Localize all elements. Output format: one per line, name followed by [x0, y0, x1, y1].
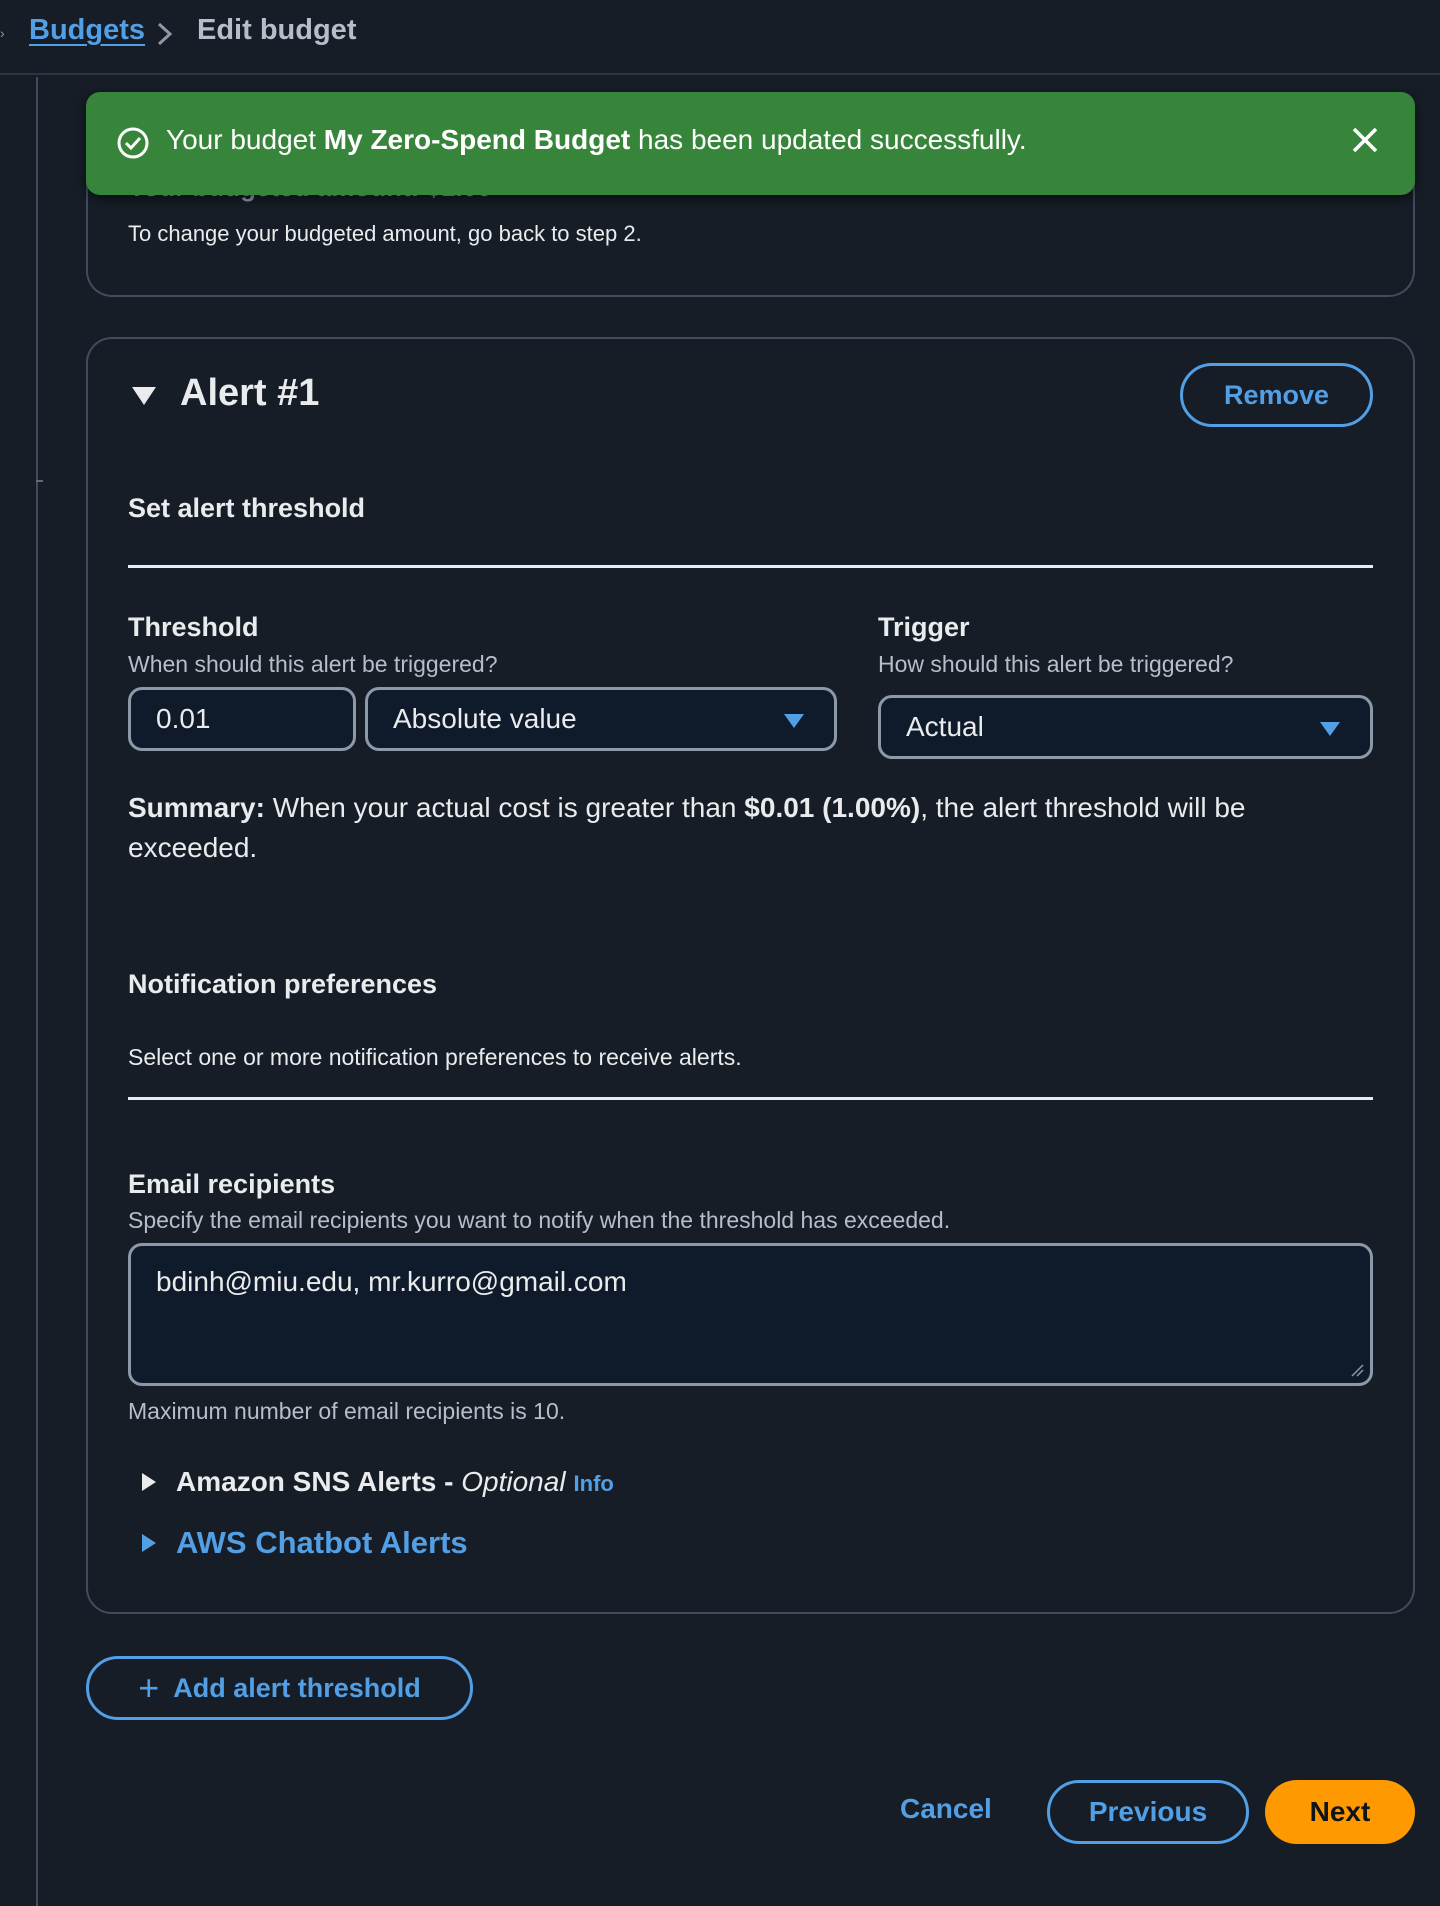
section-divider [128, 1097, 1373, 1100]
threshold-type-value: Absolute value [393, 703, 577, 734]
sns-optional-tag: Optional [461, 1466, 566, 1497]
email-label: Email recipients [128, 1169, 336, 1199]
threshold-summary: Summary: When your actual cost is greate… [128, 788, 1328, 868]
flash-suffix: has been updated successfully. [630, 124, 1027, 155]
threshold-description: When should this alert be triggered? [128, 651, 498, 677]
success-flash-banner: Your budget My Zero-Spend Budget has bee… [86, 92, 1415, 195]
sns-alerts-title: Amazon SNS Alerts - [176, 1466, 462, 1497]
caret-right-icon: › [0, 25, 5, 41]
side-rail [36, 77, 43, 1906]
summary-text-before: When your actual cost is greater than [264, 792, 745, 823]
next-button[interactable]: Next [1265, 1780, 1415, 1844]
section-divider [128, 565, 1373, 568]
flash-prefix: Your budget [166, 124, 324, 155]
close-icon[interactable] [1349, 124, 1381, 156]
email-recipients-textarea[interactable]: bdinh@miu.edu, mr.kurro@gmail.com [128, 1243, 1373, 1386]
resize-grip-icon[interactable] [1350, 1363, 1364, 1377]
threshold-value: 0.01 [156, 703, 211, 734]
add-alert-threshold-label: Add alert threshold [173, 1672, 421, 1703]
info-link[interactable]: Info [574, 1471, 614, 1497]
summary-amount: $0.01 (1.00%) [744, 792, 921, 823]
sns-alerts-expander[interactable]: Amazon SNS Alerts - Optional Info [140, 1466, 614, 1498]
flash-message: Your budget My Zero-Spend Budget has bee… [166, 124, 1027, 156]
trigger-value: Actual [906, 711, 984, 742]
caret-right-icon [142, 1534, 156, 1552]
chatbot-alerts-label: AWS Chatbot Alerts [176, 1525, 468, 1560]
remove-button[interactable]: Remove [1180, 363, 1373, 427]
threshold-type-select[interactable]: Absolute value [365, 687, 837, 751]
rail-tick [36, 480, 43, 482]
trigger-description: How should this alert be triggered? [878, 651, 1234, 677]
breadcrumb: › Budgets Edit budget [0, 0, 1440, 75]
caret-right-icon [142, 1473, 156, 1491]
success-check-icon [117, 127, 149, 159]
email-recipients-value: bdinh@miu.edu, mr.kurro@gmail.com [156, 1266, 627, 1297]
cancel-button[interactable]: Cancel [900, 1793, 992, 1825]
budgeted-amount-help: To change your budgeted amount, go back … [128, 221, 642, 246]
notification-heading: Notification preferences [128, 969, 438, 999]
plus-icon: + [138, 1667, 160, 1708]
caret-down-icon [1320, 722, 1340, 736]
caret-down-icon [784, 714, 804, 728]
trigger-select[interactable]: Actual [878, 695, 1373, 759]
chatbot-alerts-expander[interactable]: AWS Chatbot Alerts [140, 1525, 468, 1561]
chevron-right-icon [157, 22, 173, 46]
threshold-input[interactable]: 0.01 [128, 687, 356, 751]
summary-label: Summary: [128, 792, 265, 823]
caret-down-icon[interactable] [130, 384, 158, 408]
previous-button[interactable]: Previous [1047, 1780, 1249, 1844]
trigger-label: Trigger [878, 612, 970, 642]
email-hint: Maximum number of email recipients is 10… [128, 1398, 566, 1424]
threshold-label: Threshold [128, 612, 259, 642]
breadcrumb-current: Edit budget [197, 14, 357, 46]
notification-description: Select one or more notification preferen… [128, 1044, 742, 1070]
email-description: Specify the email recipients you want to… [128, 1207, 951, 1233]
breadcrumb-link-budgets[interactable]: Budgets [29, 14, 145, 47]
flash-budget-name: My Zero-Spend Budget [323, 124, 631, 155]
sns-alerts-label: Amazon SNS Alerts - Optional [176, 1466, 566, 1498]
alert-title: Alert #1 [180, 372, 320, 414]
threshold-section-heading: Set alert threshold [128, 493, 366, 523]
add-alert-threshold-button[interactable]: + Add alert threshold [86, 1656, 473, 1720]
